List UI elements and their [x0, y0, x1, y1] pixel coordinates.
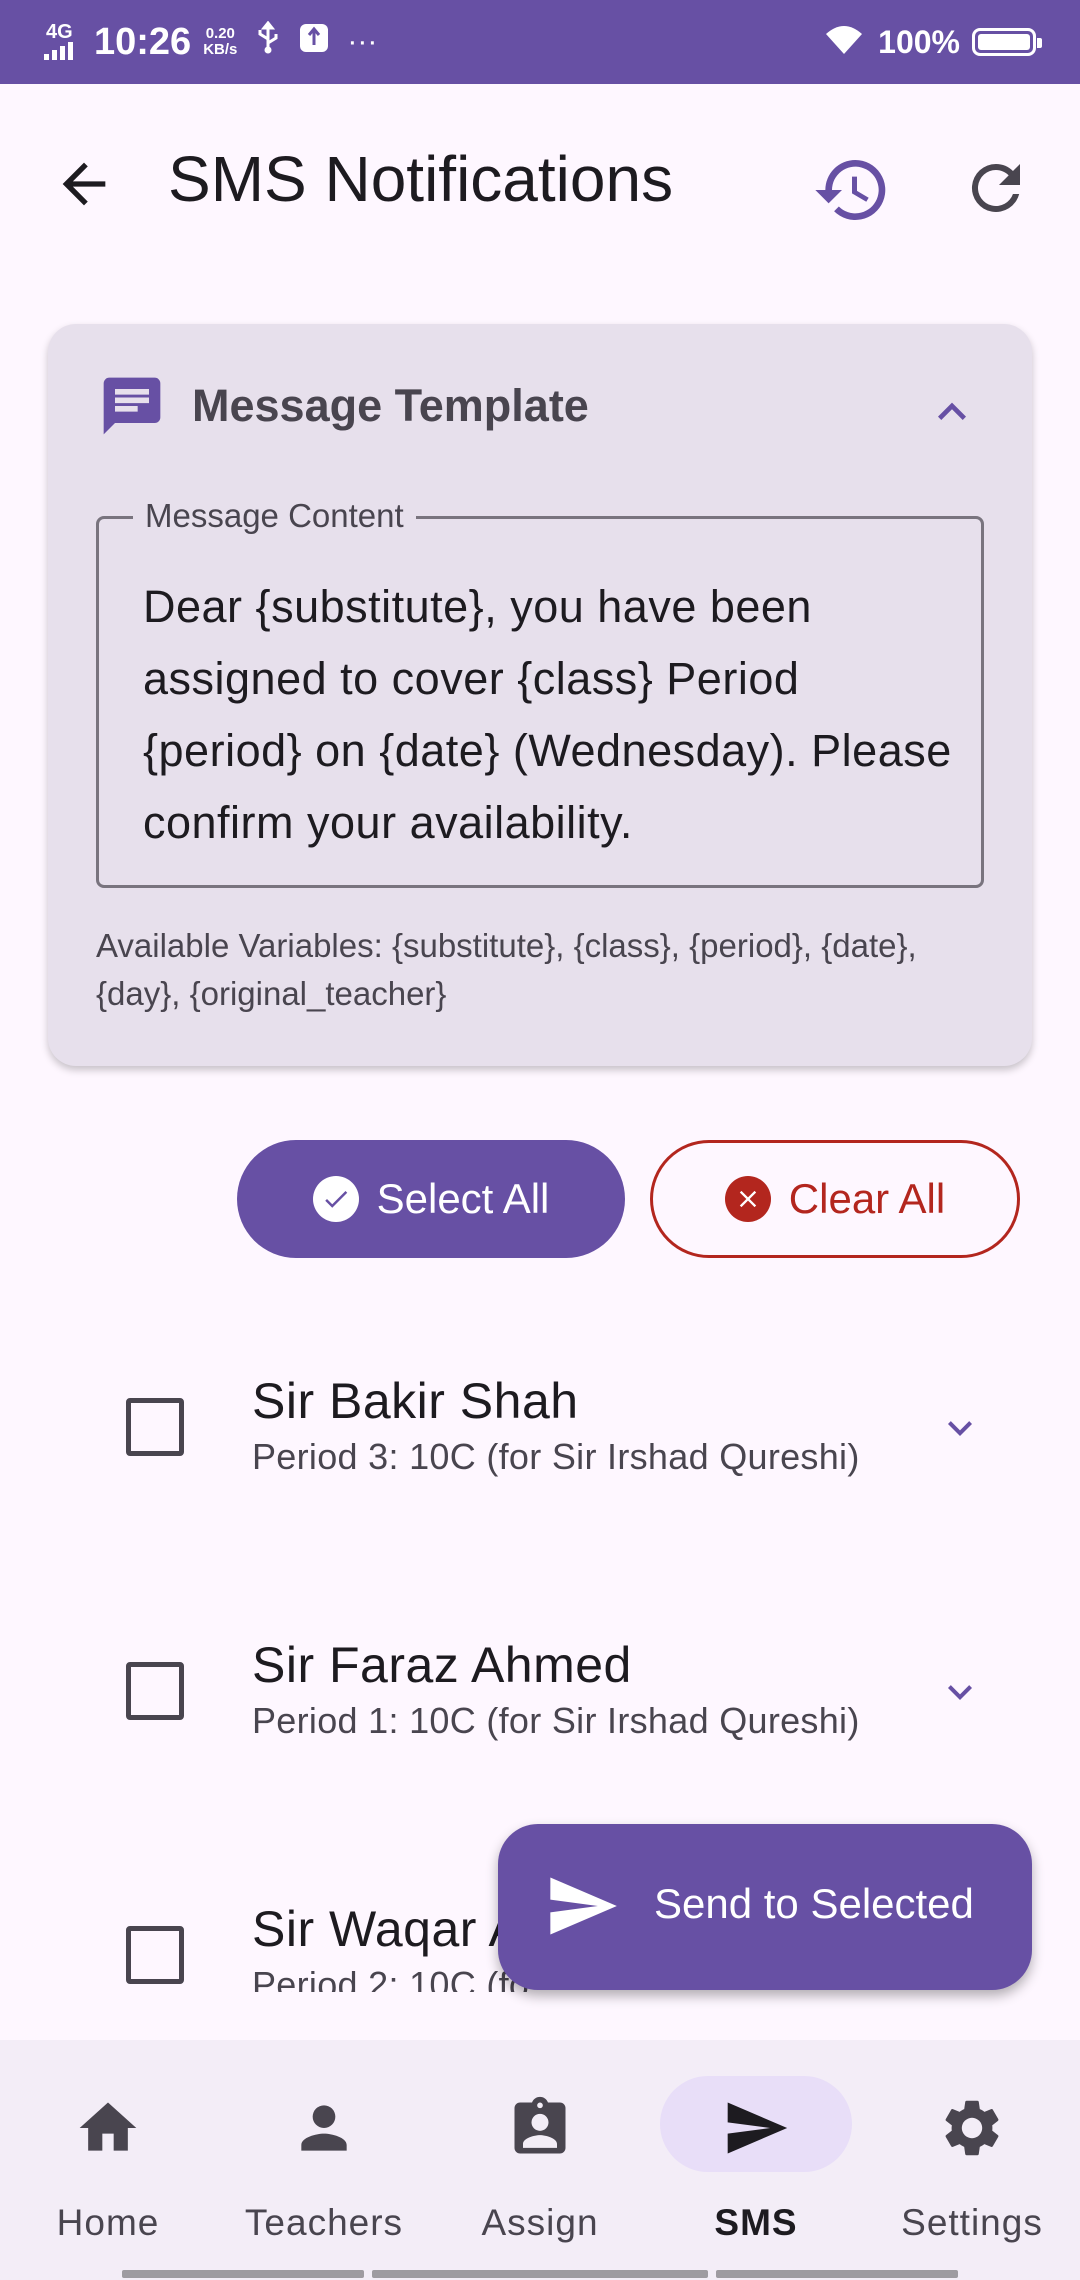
check-circle-icon [312, 1176, 359, 1222]
teacher-name: Sir Waqar A [252, 1901, 523, 1957]
gesture-bar-segment [122, 2270, 364, 2278]
network-speed-value: 0.20 [205, 25, 235, 42]
select-all-label: Select All [376, 1175, 550, 1222]
nav-item-settings[interactable]: Settings [864, 2040, 1080, 2280]
nav-item-teachers[interactable]: Teachers [216, 2040, 432, 2280]
send-icon [722, 2094, 790, 2162]
network-speed: 0.20 KB/s [203, 26, 237, 58]
network-type: 4G [46, 21, 73, 43]
chevron-up-icon[interactable] [924, 384, 980, 440]
gear-icon [938, 2094, 1006, 2162]
gesture-bar-segment [372, 2270, 708, 2278]
message-content-value[interactable]: Dear {substitute}, you have been assigne… [143, 571, 953, 859]
more-notifications: ··· [347, 25, 378, 58]
card-title: Message Template [192, 380, 589, 431]
status-bar: 4G 10:26 0.20 KB/s ··· 100% [0, 0, 1080, 84]
teacher-name: Sir Faraz Ahmed [252, 1637, 632, 1693]
battery-percent: 100% [878, 23, 960, 60]
cancel-circle-icon [724, 1176, 771, 1222]
teacher-name: Sir Bakir Shah [252, 1373, 579, 1429]
message-content-label: Message Content [133, 497, 416, 535]
assignment-icon [506, 2094, 574, 2162]
send-icon [544, 1868, 620, 1944]
assignment-detail: Period 1: 10C (for Sir Irshad Qureshi) [252, 1700, 860, 1741]
nav-label: Home [56, 2202, 160, 2243]
nav-item-assign[interactable]: Assign [432, 2040, 648, 2280]
assignment-detail: Period 3: 10C (for Sir Irshad Qureshi) [252, 1436, 860, 1477]
message-template-card: Message Template Message Content Dear {s… [48, 324, 1032, 1066]
gesture-bar-segment [716, 2270, 958, 2278]
message-content-field[interactable]: Message Content Dear {substitute}, you h… [96, 497, 984, 888]
chevron-down-icon[interactable] [936, 1668, 984, 1716]
person-icon [290, 2094, 358, 2162]
nav-label: Teachers [244, 2202, 404, 2243]
available-variables: Available Variables: {substitute}, {clas… [96, 927, 917, 1012]
list-item[interactable]: Sir Bakir Shah Period 3: 10C (for Sir Ir… [0, 1300, 1080, 1500]
page-title: SMS Notifications [168, 143, 674, 215]
history-icon[interactable] [812, 150, 892, 230]
usb-icon [255, 20, 281, 63]
status-time: 10:26 [94, 20, 192, 63]
list-item[interactable]: Sir Faraz Ahmed Period 1: 10C (for Sir I… [0, 1564, 1080, 1764]
message-icon [98, 372, 166, 440]
assignment-detail: Period 2: 10C (fo [252, 1964, 530, 1992]
top-app-bar: SMS Notifications [0, 84, 1080, 274]
clear-all-button[interactable]: Clear All [650, 1140, 1020, 1258]
bottom-navigation: Home Teachers Assign SMS Settings [0, 2040, 1080, 2280]
checkbox[interactable] [126, 1662, 184, 1720]
nav-label: SMS [714, 2202, 798, 2243]
checkbox[interactable] [126, 1398, 184, 1456]
checkbox[interactable] [126, 1926, 184, 1984]
send-to-selected-label: Send to Selected [654, 1880, 974, 1927]
home-icon [74, 2094, 142, 2162]
clear-all-label: Clear All [788, 1175, 946, 1222]
usb-debug-icon [299, 23, 329, 61]
wifi-icon [824, 24, 864, 61]
nav-item-home[interactable]: Home [0, 2040, 216, 2280]
chevron-down-icon[interactable] [936, 1404, 984, 1452]
send-to-selected-button[interactable]: Send to Selected [498, 1824, 1032, 1990]
nav-label: Assign [481, 2202, 599, 2243]
select-all-button[interactable]: Select All [237, 1140, 625, 1258]
battery-icon [972, 28, 1042, 56]
back-arrow-icon[interactable] [52, 152, 116, 216]
refresh-icon[interactable] [960, 152, 1032, 224]
cellular-signal-icon: 4G [44, 22, 80, 62]
nav-item-sms[interactable]: SMS [648, 2040, 864, 2280]
nav-label: Settings [901, 2202, 1043, 2243]
network-speed-unit: KB/s [203, 41, 238, 58]
